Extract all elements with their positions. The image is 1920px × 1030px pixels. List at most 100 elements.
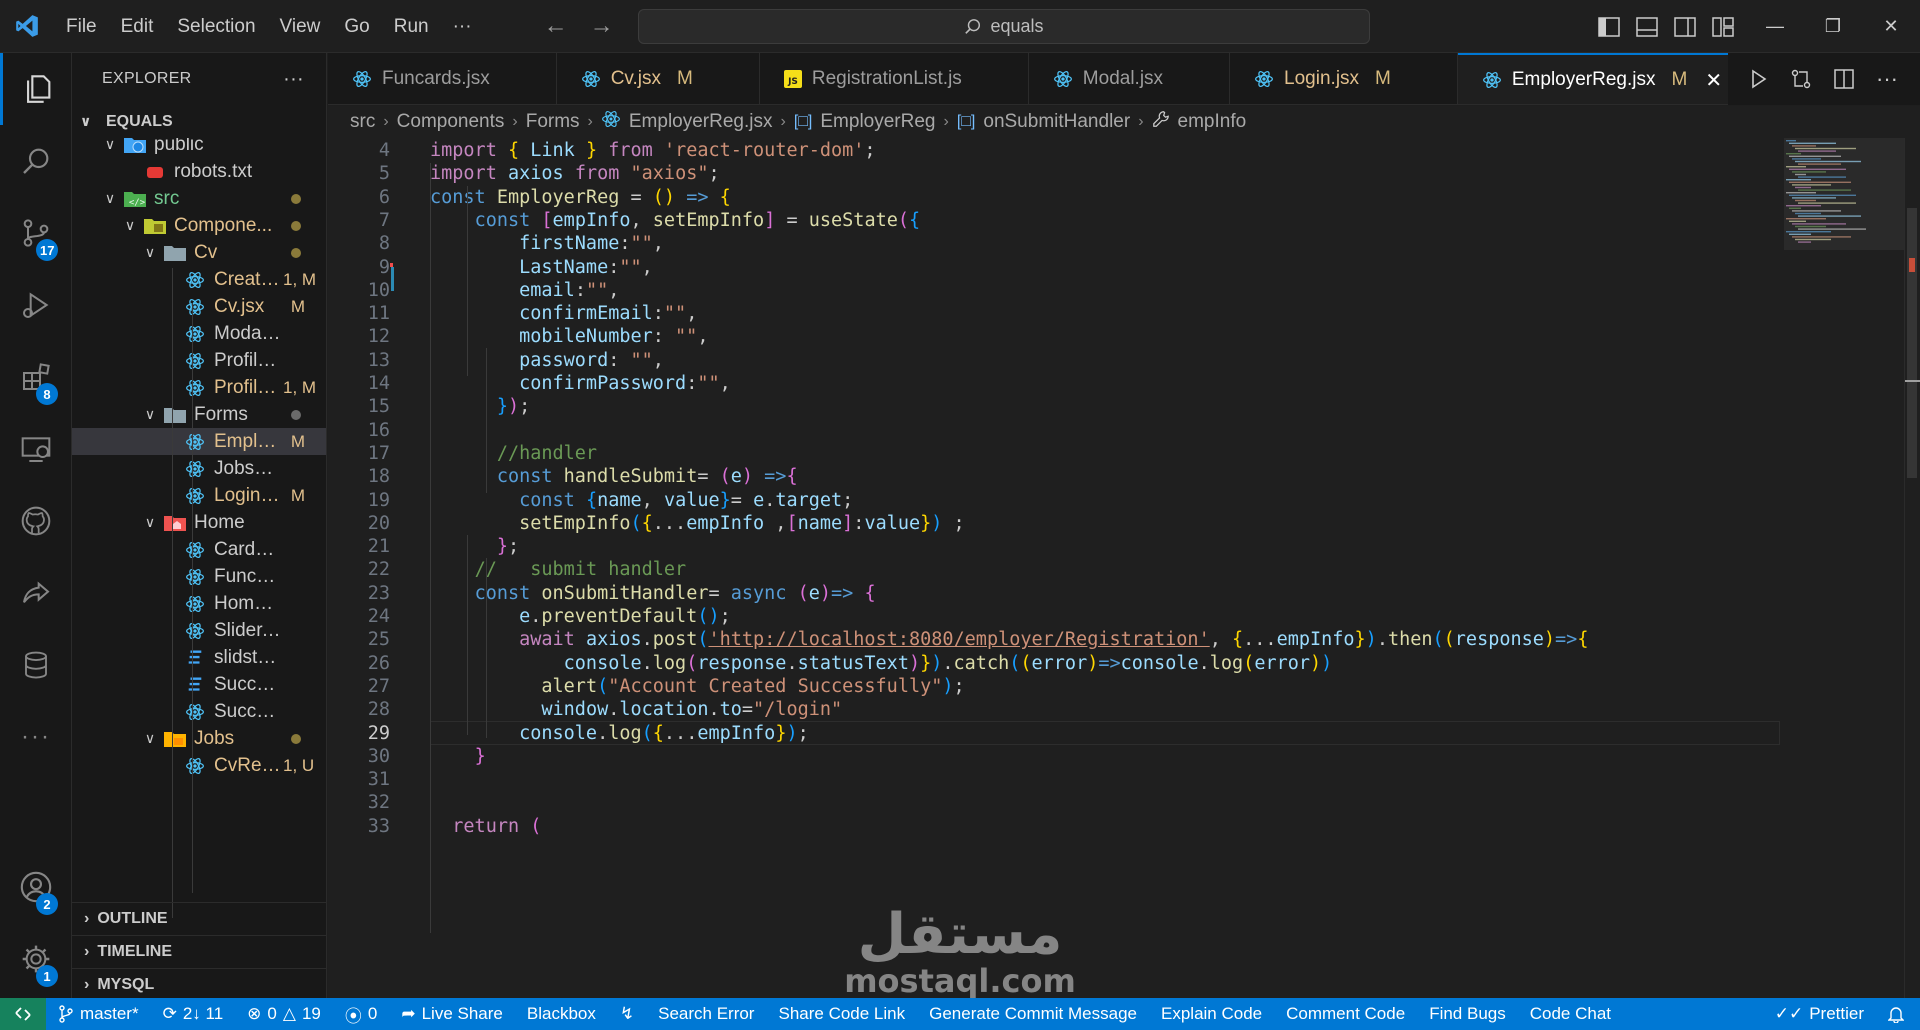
tree-file[interactable]: Funcards.jsx <box>72 563 326 590</box>
scrollbar-thumb[interactable] <box>1907 208 1917 478</box>
code-line[interactable]: import axios from "axios"; <box>430 163 720 184</box>
more-activity[interactable]: ··· <box>0 701 72 773</box>
breadcrumb-symbol[interactable]: empInfo <box>1178 111 1247 133</box>
tree-folder[interactable]: ∨ Forms <box>72 401 326 428</box>
vertical-scrollbar[interactable] <box>1904 138 1920 998</box>
menu-file[interactable]: File <box>54 0 109 53</box>
manage-activity[interactable]: 1 <box>0 923 72 995</box>
compare-changes-icon[interactable] <box>1790 68 1812 90</box>
code-line[interactable]: confirmEmail:"", <box>430 303 697 324</box>
accounts-activity[interactable]: 2 <box>0 851 72 923</box>
tree-folder[interactable]: ∨ Cv <box>72 239 326 266</box>
code-line[interactable]: email:"", <box>430 280 619 301</box>
minimize-icon[interactable]: — <box>1746 0 1804 53</box>
live-share-activity[interactable] <box>0 557 72 629</box>
tree-file[interactable]: SuccessSlider.... <box>72 698 326 725</box>
source-control-activity[interactable]: 17 <box>0 197 72 269</box>
find-bugs-button[interactable]: Find Bugs <box>1417 998 1518 1030</box>
code-line[interactable]: const onSubmitHandler= async (e)=> { <box>430 583 876 604</box>
code-line[interactable]: console.log(response.statusText)}).catch… <box>430 653 1333 674</box>
explorer-more-button[interactable]: ··· <box>283 68 304 91</box>
code-line[interactable]: await axios.post('http://localhost:8080/… <box>430 629 1588 650</box>
editor-tab[interactable]: Cv.jsx M <box>557 53 760 104</box>
code-editor[interactable]: 4 import { Link } from 'react-router-dom'… <box>328 138 1784 998</box>
editor-tab[interactable]: Modal.jsx <box>1029 53 1231 104</box>
code-line[interactable]: confirmPassword:"", <box>430 373 731 394</box>
tree-folder[interactable]: ∨ Home <box>72 509 326 536</box>
code-line[interactable]: import { Link } from 'react-router-dom'; <box>430 140 876 161</box>
comment-code-button[interactable]: Comment Code <box>1274 998 1417 1030</box>
close-window-icon[interactable]: ✕ <box>1862 0 1920 53</box>
menu-run[interactable]: Run <box>382 0 441 53</box>
code-line[interactable]: //handler <box>430 443 597 464</box>
close-tab-icon[interactable]: ✕ <box>1705 68 1722 93</box>
minimap-viewport[interactable] <box>1784 138 1904 250</box>
branch-indicator[interactable]: master* <box>46 998 151 1030</box>
github-activity[interactable] <box>0 485 72 557</box>
breadcrumb-file[interactable]: EmployerReg.jsx <box>629 111 773 133</box>
customize-layout-icon[interactable] <box>1712 16 1734 37</box>
tree-file[interactable]: JobseekerReg... <box>72 455 326 482</box>
tree-file[interactable]: Profile... 1, M <box>72 374 326 401</box>
toggle-secondary-sidebar-icon[interactable] <box>1674 16 1696 37</box>
explain-code-button[interactable]: Explain Code <box>1149 998 1274 1030</box>
live-share-status[interactable]: ➦ Live Share <box>389 998 515 1030</box>
search-error-button[interactable]: Search Error <box>646 998 766 1030</box>
code-line[interactable]: } <box>430 746 486 767</box>
command-center-search[interactable]: equals <box>638 9 1370 44</box>
lightning-status[interactable]: ↯ <box>608 998 646 1030</box>
run-debug-activity[interactable] <box>0 269 72 341</box>
generate-commit-message-button[interactable]: Generate Commit Message <box>917 998 1149 1030</box>
breadcrumb-components[interactable]: Components <box>397 111 505 133</box>
editor-tab[interactable]: EmployerReg.jsx M ✕ <box>1457 53 1740 104</box>
run-icon[interactable] <box>1750 69 1768 89</box>
share-code-link-button[interactable]: Share Code Link <box>766 998 917 1030</box>
tree-file[interactable]: Modal.jsx <box>72 320 326 347</box>
tree-file[interactable]: Cv.jsx M <box>72 293 326 320</box>
toggle-sidebar-icon[interactable] <box>1598 16 1620 37</box>
tree-file[interactable]: ProfileEmp.jsx <box>72 347 326 374</box>
tree-file[interactable]: Home.jsx <box>72 590 326 617</box>
menu-selection[interactable]: Selection <box>165 0 267 53</box>
code-line[interactable]: window.location.to="/login" <box>430 699 842 720</box>
tree-file[interactable]: Employ... M <box>72 428 326 455</box>
outline-section[interactable]: › OUTLINE <box>72 902 326 935</box>
tree-folder[interactable]: ∨ Compone... <box>72 212 326 239</box>
code-line[interactable]: const EmployerReg = () => { <box>430 187 731 208</box>
extensions-activity[interactable]: 8 <box>0 341 72 413</box>
code-line[interactable]: LastName:"", <box>430 257 653 278</box>
code-line[interactable]: const [empInfo, setEmpInfo] = useState({ <box>430 210 921 231</box>
editor-tab[interactable]: Login.jsx M <box>1230 53 1458 104</box>
tree-file[interactable]: Cards.jsx <box>72 536 326 563</box>
menu-more[interactable]: ··· <box>441 0 484 53</box>
remote-explorer-activity[interactable] <box>0 413 72 485</box>
tree-folder[interactable]: ∨ Jobs <box>72 725 326 752</box>
tree-file[interactable]: robots.txt <box>72 158 326 185</box>
explorer-activity[interactable] <box>0 53 72 125</box>
more-actions-icon[interactable]: ··· <box>1876 66 1898 92</box>
breadcrumb-handler[interactable]: onSubmitHandler <box>983 111 1130 133</box>
code-line[interactable]: setEmpInfo({...empInfo ,[name]:value}) ; <box>430 513 965 534</box>
blackbox-status[interactable]: Blackbox <box>515 998 608 1030</box>
tree-file[interactable]: Slider.jsx <box>72 617 326 644</box>
split-editor-icon[interactable] <box>1834 69 1854 89</box>
mysql-section[interactable]: › MYSQL <box>72 968 326 998</box>
tree-file[interactable]: slidstyle.css <box>72 644 326 671</box>
code-line[interactable]: firstName:"", <box>430 233 664 254</box>
tree-file[interactable]: CvRec... 1, U <box>72 752 326 779</box>
minimap[interactable] <box>1784 138 1904 998</box>
tree-file[interactable]: Login.jsx M <box>72 482 326 509</box>
menu-go[interactable]: Go <box>332 0 381 53</box>
code-line[interactable]: alert("Account Created Successfully"); <box>430 676 964 697</box>
tree-file[interactable]: Create... 1, M <box>72 266 326 293</box>
problems-indicator[interactable]: ⊗ 0 △ 19 <box>235 998 333 1030</box>
code-line[interactable]: }); <box>430 396 530 417</box>
code-line[interactable]: }; <box>430 536 519 557</box>
remote-indicator[interactable] <box>0 998 46 1030</box>
back-arrow-icon[interactable]: ← <box>544 12 568 40</box>
ports-indicator[interactable]: ⦿ 0 <box>333 998 389 1030</box>
breadcrumb-src[interactable]: src <box>350 111 375 133</box>
code-line[interactable]: return ( <box>430 816 541 837</box>
forward-arrow-icon[interactable]: → <box>590 12 614 40</box>
editor-tab[interactable]: JS RegistrationList.js <box>760 53 1029 104</box>
